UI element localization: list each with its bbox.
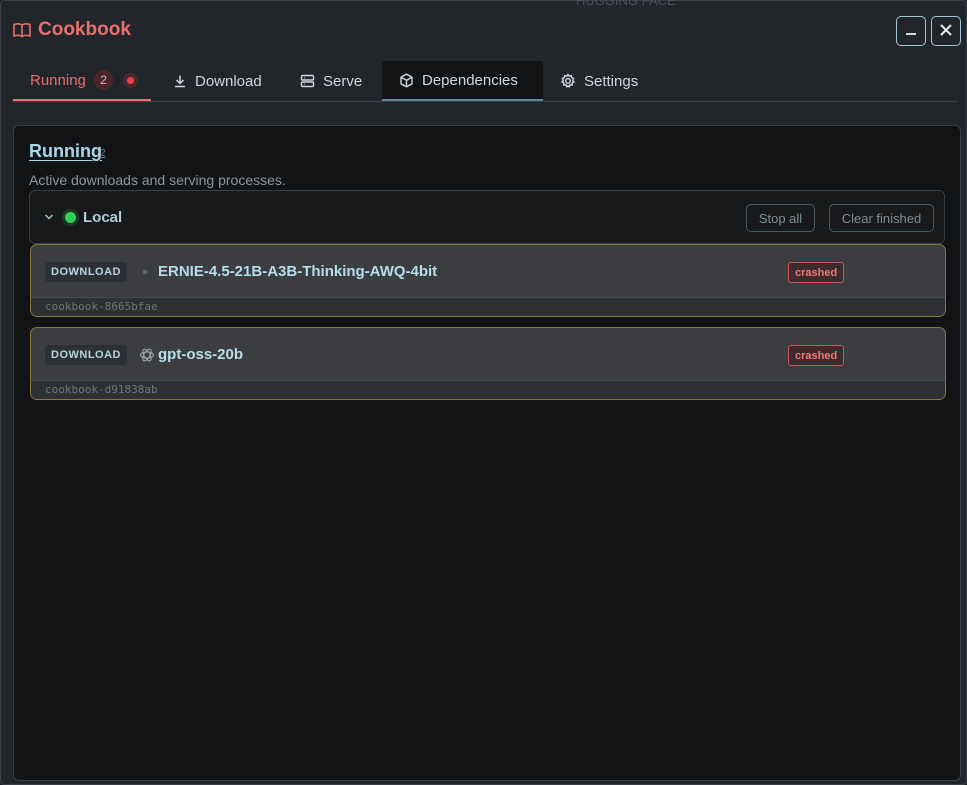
gear-icon	[560, 73, 576, 89]
status-badge: crashed	[788, 345, 845, 366]
tab-settings-label: Settings	[584, 72, 639, 90]
dot-icon	[142, 269, 148, 275]
status-badge: crashed	[788, 262, 845, 283]
tab-running[interactable]: Running 2	[13, 61, 151, 101]
app-title-text: Cookbook	[38, 19, 131, 40]
app-title: Cookbook	[13, 19, 131, 41]
process-model-name: ERNIE-4.5-21B-A3B-Thinking-AWQ-4bit	[158, 263, 438, 280]
process-kind-badge: DOWNLOAD	[45, 262, 127, 282]
running-status-dot	[127, 76, 134, 84]
book-icon	[13, 22, 31, 38]
group-label: Local	[83, 209, 123, 226]
server-icon	[300, 74, 315, 88]
openai-icon	[139, 347, 155, 363]
stop-all-button[interactable]: Stop all	[746, 204, 815, 232]
process-model-name: gpt-oss-20b	[158, 346, 244, 363]
section-description: Active downloads and serving processes.	[29, 172, 286, 188]
process-footer: cookbook-8665bfae	[31, 297, 945, 316]
tab-bar: Running 2 Download Serve Dependencies Se…	[13, 61, 958, 102]
tab-download-label: Download	[195, 72, 262, 90]
group-local: Local Stop all Clear finished	[29, 190, 945, 244]
process-id: cookbook-d91838ab	[45, 383, 158, 396]
process-kind-badge: DOWNLOAD	[45, 345, 127, 365]
tab-running-label: Running	[30, 71, 86, 89]
running-panel: Running 2 Active downloads and serving p…	[13, 125, 961, 781]
tab-download[interactable]: Download	[156, 61, 279, 101]
group-status-dot	[65, 212, 76, 223]
running-count-badge: 2	[93, 70, 114, 90]
process-card[interactable]: DOWNLOAD ERNIE-4.5-21B-A3B-Thinking-AWQ-…	[30, 244, 946, 317]
title-bar: Cookbook	[1, 1, 966, 59]
section-count: 2	[100, 148, 106, 159]
cube-icon	[399, 72, 414, 88]
tab-dependencies-label: Dependencies	[422, 71, 518, 89]
cookbook-window: HUGGING FACE Cookbook Running 2 Download…	[0, 0, 967, 785]
minimize-button[interactable]	[896, 16, 926, 46]
close-button[interactable]	[931, 16, 961, 46]
minimize-icon	[904, 23, 918, 40]
section-title: Running	[29, 141, 102, 161]
close-icon	[939, 23, 953, 40]
tab-serve[interactable]: Serve	[283, 61, 379, 101]
process-card[interactable]: DOWNLOAD gpt-oss-20b crashed cookbook-d9…	[30, 327, 946, 400]
download-icon	[173, 74, 187, 88]
clear-finished-button[interactable]: Clear finished	[829, 204, 934, 232]
process-id: cookbook-8665bfae	[45, 300, 158, 313]
chevron-down-icon[interactable]	[43, 210, 55, 228]
tab-serve-label: Serve	[323, 72, 363, 90]
tab-settings[interactable]: Settings	[543, 61, 655, 101]
process-footer: cookbook-d91838ab	[31, 380, 945, 399]
tab-dependencies[interactable]: Dependencies	[382, 61, 543, 101]
